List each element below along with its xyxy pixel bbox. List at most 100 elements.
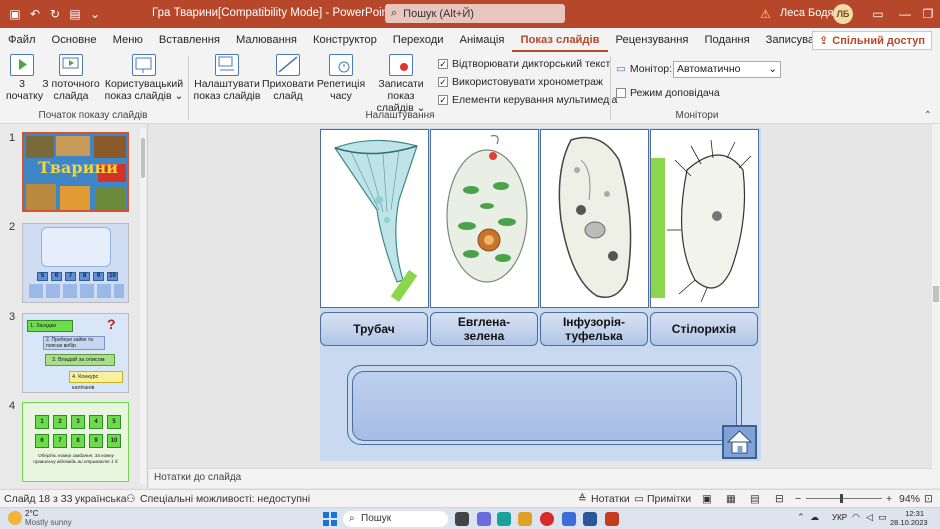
wifi-icon[interactable]: ◠ bbox=[852, 512, 860, 523]
accessibility-status[interactable]: Спеціальні можливості: недоступні bbox=[140, 493, 310, 505]
share-button[interactable]: ⇪ Спільний доступ bbox=[812, 31, 932, 50]
word-icon[interactable] bbox=[583, 512, 597, 526]
slide-thumbnail-2[interactable]: 5 6 7 8 9 10 bbox=[22, 223, 129, 303]
paramecium-illustration bbox=[558, 136, 632, 298]
volume-icon[interactable]: ◁ bbox=[866, 512, 873, 523]
tab-1[interactable]: Основне bbox=[44, 28, 105, 52]
maximize-icon[interactable]: ❐ bbox=[918, 4, 938, 24]
media-controls-checkbox[interactable]: ✓ Елементи керування мультимедіа bbox=[438, 94, 617, 106]
tab-8[interactable]: Показ слайдів bbox=[512, 28, 608, 52]
zoom-in-icon[interactable]: + bbox=[886, 493, 892, 505]
opera-icon[interactable] bbox=[540, 512, 554, 526]
organism-card-paramecium[interactable] bbox=[540, 129, 649, 308]
battery-icon[interactable]: ▭ bbox=[878, 512, 887, 523]
undo-icon[interactable]: ↶ bbox=[28, 7, 42, 21]
store-icon[interactable] bbox=[562, 512, 576, 526]
warning-icon[interactable]: ⚠ bbox=[760, 7, 771, 21]
timings-checkbox[interactable]: ✓ Використовувати хронометраж bbox=[438, 76, 603, 88]
powerpoint-icon[interactable] bbox=[605, 512, 619, 526]
edge-icon[interactable] bbox=[497, 512, 511, 526]
organism-card-euglena[interactable] bbox=[430, 129, 539, 308]
weather-icon[interactable] bbox=[8, 511, 22, 525]
tab-7[interactable]: Анімація bbox=[451, 28, 512, 52]
label-paramecium[interactable]: Інфузорія- туфелька bbox=[540, 312, 648, 346]
chat-icon[interactable] bbox=[477, 512, 491, 526]
answer-box[interactable] bbox=[352, 371, 737, 441]
task-view-icon[interactable] bbox=[455, 512, 469, 526]
organism-card-stentor[interactable] bbox=[320, 129, 429, 308]
quick-access-dropdown-icon[interactable]: ⌄ bbox=[88, 7, 102, 21]
fit-slide-icon[interactable]: ⊡ bbox=[924, 493, 933, 505]
editor-scrollbar[interactable] bbox=[932, 124, 940, 488]
weather-widget[interactable]: 2°C Mostly sunny bbox=[25, 509, 72, 527]
thumbnails-scrollbar[interactable] bbox=[140, 128, 146, 484]
zoom-level[interactable]: 94% bbox=[899, 493, 920, 505]
zoom-out-icon[interactable]: − bbox=[795, 493, 801, 505]
tab-2[interactable]: Меню bbox=[105, 28, 151, 52]
from-beginning-button[interactable]: 3 початку bbox=[6, 54, 43, 102]
question-marks-icon: ? bbox=[107, 316, 116, 332]
setup-slideshow-button[interactable]: Налаштувати показ слайдів bbox=[190, 54, 264, 102]
search-box[interactable]: ⌕ Пошук (Alt+Й) bbox=[385, 4, 565, 23]
label-euglena[interactable]: Евглена- зелена bbox=[430, 312, 538, 346]
notes-pane[interactable]: Нотатки до слайда bbox=[149, 468, 932, 488]
hide-slide-button[interactable]: Приховати слайд bbox=[262, 54, 314, 102]
avatar[interactable]: ЛБ bbox=[833, 4, 853, 24]
slide-2-box bbox=[41, 227, 111, 267]
organism-card-stylonychia[interactable] bbox=[650, 129, 759, 308]
save-icon[interactable]: ▣ bbox=[8, 7, 22, 21]
start-slideshow-icon[interactable]: ▤ bbox=[68, 7, 82, 21]
slide-thumbnail-4[interactable]: 12345 6 7 8 9 10 Оберіть номер завдання. За … bbox=[22, 402, 129, 482]
tab-0[interactable]: Файл bbox=[0, 28, 44, 52]
redo-icon[interactable]: ↻ bbox=[48, 7, 62, 21]
onedrive-icon[interactable]: ☁ bbox=[810, 512, 819, 523]
tab-6[interactable]: Переходи bbox=[385, 28, 452, 52]
custom-slideshow-button[interactable]: Користувацький показ слайдів ⌄ bbox=[104, 54, 184, 102]
zoom-slider-track[interactable] bbox=[806, 498, 882, 499]
label-line: Записати показ bbox=[378, 78, 424, 102]
slide-thumbnail-1[interactable]: Тварини bbox=[22, 132, 129, 212]
weather-desc: Mostly sunny bbox=[25, 518, 72, 527]
slideshow-view-icon[interactable]: ⊟ bbox=[775, 493, 784, 505]
file-explorer-icon[interactable] bbox=[518, 512, 532, 526]
tab-5[interactable]: Конструктор bbox=[305, 28, 385, 52]
label-stentor[interactable]: Трубач bbox=[320, 312, 428, 346]
record-slideshow-button[interactable]: Записати показ слайдів ⌄ bbox=[364, 54, 438, 114]
rehearse-timings-button[interactable]: Репетиція часу bbox=[316, 54, 366, 102]
thumbnails-scroll-thumb[interactable] bbox=[141, 138, 145, 178]
tab-10[interactable]: Подання bbox=[696, 28, 757, 52]
share-label: Спільний доступ bbox=[832, 34, 925, 47]
home-button[interactable] bbox=[722, 425, 757, 459]
clock[interactable]: 12:31 28.10.2023 bbox=[890, 509, 928, 527]
label-text: Стілорихія bbox=[671, 322, 737, 336]
windows-start-icon[interactable] bbox=[323, 512, 337, 526]
language-status[interactable]: українська bbox=[75, 493, 127, 505]
label-stylonychia[interactable]: Стілорихія bbox=[650, 312, 758, 346]
minimize-icon[interactable]: — bbox=[895, 4, 915, 24]
setup-show-icon bbox=[215, 54, 239, 76]
editor-scroll-thumb[interactable] bbox=[933, 286, 939, 302]
notes-toggle[interactable]: Нотатки bbox=[591, 493, 630, 505]
monitor-select[interactable]: Автоматично ⌄ bbox=[673, 61, 781, 78]
user-name[interactable]: Леса Бодя bbox=[780, 7, 833, 19]
narrations-checkbox[interactable]: ✓ Відтворювати дикторський текст bbox=[438, 58, 610, 70]
keyboard-language[interactable]: УКР bbox=[832, 513, 847, 522]
tray-chevron-icon[interactable]: ⌃ bbox=[797, 512, 805, 523]
comments-toggle[interactable]: Примітки bbox=[647, 493, 691, 505]
tab-9[interactable]: Рецензування bbox=[608, 28, 697, 52]
tab-4[interactable]: Малювання bbox=[228, 28, 305, 52]
reading-view-icon[interactable]: ▤ bbox=[750, 493, 760, 505]
slide-thumbnail-3[interactable]: 1. Загадки 2. Прибери зайве та поясни ви… bbox=[22, 313, 129, 393]
slide-sorter-icon[interactable]: ▦ bbox=[726, 493, 736, 505]
play-from-current-icon bbox=[59, 54, 83, 76]
from-current-slide-button[interactable]: З поточного слайда bbox=[40, 54, 102, 102]
current-slide[interactable]: Трубач Евглена- зелена Інфузорія- туфель… bbox=[320, 128, 761, 461]
normal-view-icon[interactable]: ▣ bbox=[702, 493, 712, 505]
presenter-view-checkbox[interactable]: Режим доповідача bbox=[616, 87, 720, 99]
group-label-setup: Налаштування bbox=[365, 110, 435, 121]
ribbon-display-icon[interactable]: ▭ bbox=[868, 4, 888, 24]
taskbar-search[interactable]: ⌕ Пошук bbox=[343, 511, 448, 527]
collapse-ribbon-icon[interactable]: ⌃ bbox=[924, 110, 932, 121]
zoom-slider-thumb[interactable] bbox=[840, 494, 843, 503]
tab-3[interactable]: Вставлення bbox=[151, 28, 228, 52]
